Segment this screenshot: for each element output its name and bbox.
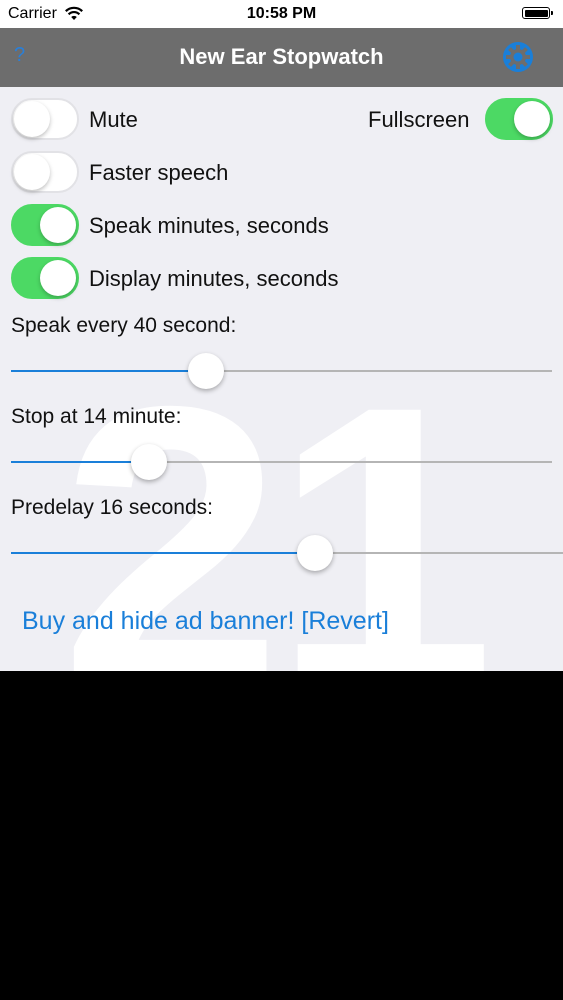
slider-thumb[interactable] [130,444,167,480]
battery-icon [522,7,553,19]
page-title: New Ear Stopwatch [179,44,384,69]
clock: 10:58 PM [246,5,317,22]
speak-every-slider[interactable] [11,351,552,391]
ad-banner-area [0,671,563,1000]
speak-minutes-toggle[interactable] [11,204,79,246]
speak-minutes-label: Speak minutes, seconds [89,213,329,238]
slider-thumb[interactable] [187,353,224,389]
battery-fill [524,9,548,17]
speak-every-label: Speak every 40 second: [11,314,237,337]
fullscreen-toggle[interactable] [485,98,553,140]
stop-at-label: Stop at 14 minute: [11,405,182,428]
faster-speech-toggle[interactable] [11,151,79,193]
display-minutes-toggle[interactable] [11,257,79,299]
buy-hide-ad-link[interactable]: Buy and hide ad banner! [Revert] [22,607,389,636]
display-minutes-label: Display minutes, seconds [89,266,339,291]
slider-thumb[interactable] [296,535,333,571]
nav-bar: ? New Ear Stopwatch [0,28,563,87]
predelay-label: Predelay 16 seconds: [11,496,213,519]
mute-label: Mute [89,107,138,132]
status-bar: Carrier 10:58 PM [0,0,563,28]
gear-icon[interactable] [500,39,536,75]
settings-panel: 21 Mute Fullscreen Faster speech Speak m… [0,87,563,671]
mute-toggle[interactable] [11,98,79,140]
predelay-slider[interactable] [11,533,563,573]
faster-speech-label: Faster speech [89,160,229,185]
stop-at-slider[interactable] [11,442,552,482]
fullscreen-label: Fullscreen [368,107,470,132]
